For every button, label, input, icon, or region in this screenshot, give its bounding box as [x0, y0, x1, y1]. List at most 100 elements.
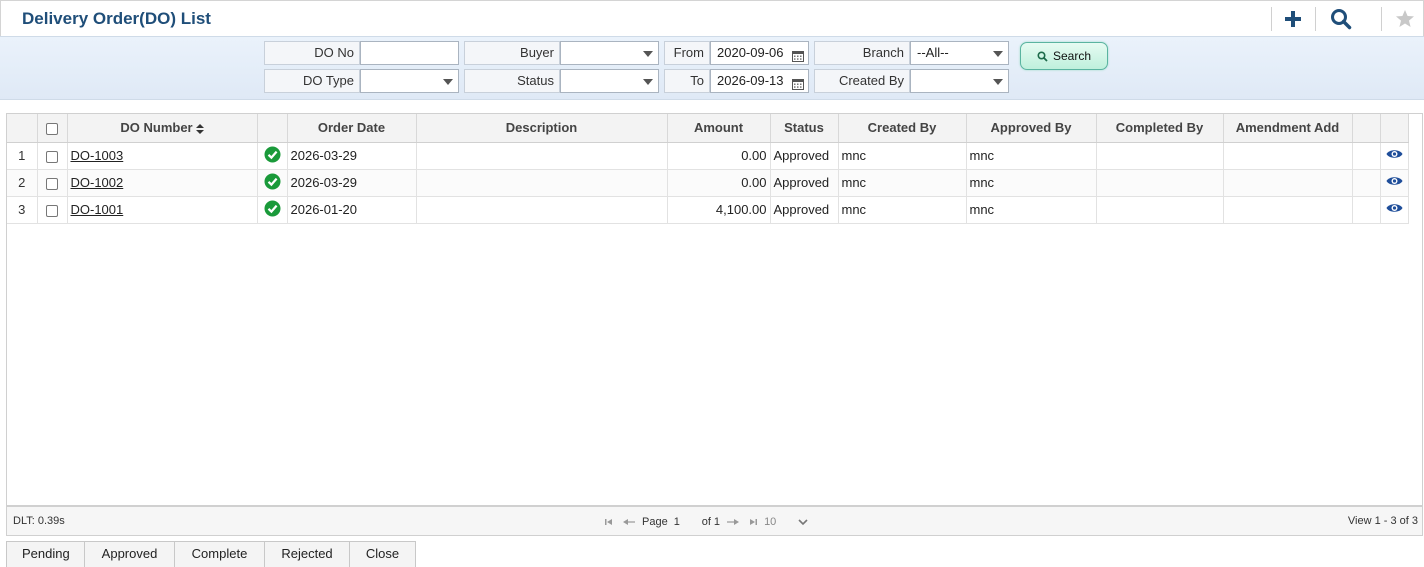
amount-cell: 0.00	[667, 169, 771, 197]
page-label: Page	[642, 516, 668, 528]
eye-icon[interactable]	[1386, 148, 1403, 160]
pagination: Page 1 of 1 10	[604, 514, 808, 530]
pager-bar: DLT: 0.39s Page 1 of 1 10 View 1 - 3 of …	[6, 506, 1423, 536]
description-header[interactable]: Description	[416, 114, 668, 143]
tab-approved[interactable]: Approved	[85, 542, 175, 567]
page-total-label: of 1	[701, 516, 721, 528]
status-tabs: Pending Approved Complete Rejected Close	[6, 541, 416, 567]
last-page-icon[interactable]	[746, 518, 758, 526]
approved-check-icon	[264, 200, 280, 216]
completed-by-header[interactable]: Completed By	[1096, 114, 1224, 143]
status-icon-header	[257, 114, 288, 143]
do-grid: DO Number Order Date Description Amount …	[6, 113, 1423, 506]
buyer-label: Buyer	[464, 41, 560, 65]
branch-select[interactable]: --All--	[910, 41, 1009, 65]
amendment-add-header[interactable]: Amendment Add	[1223, 114, 1353, 143]
search-button[interactable]: Search	[1020, 42, 1108, 70]
branch-label: Branch	[814, 41, 910, 65]
approved-by-cell: mnc	[966, 169, 1097, 197]
tab-rejected[interactable]: Rejected	[265, 542, 350, 567]
search-icon[interactable]	[1329, 7, 1353, 31]
extra-cell	[1352, 169, 1381, 197]
do-number-link[interactable]: DO-1003	[71, 148, 124, 163]
tab-complete[interactable]: Complete	[175, 542, 265, 567]
from-date-value: 2020-09-06	[717, 45, 784, 60]
amount-cell: 4,100.00	[667, 196, 771, 224]
title-bar: Delivery Order(DO) List	[0, 0, 1424, 36]
from-date-input[interactable]: 2020-09-06	[710, 41, 809, 65]
do-number-link[interactable]: DO-1001	[71, 202, 124, 217]
star-icon[interactable]	[1393, 7, 1417, 31]
do-number-header-label: DO Number	[120, 120, 193, 136]
page-title: Delivery Order(DO) List	[22, 9, 211, 28]
to-date-input[interactable]: 2026-09-13	[710, 69, 809, 93]
do-number-link[interactable]: DO-1002	[71, 175, 124, 190]
do-number-cell: DO-1001	[67, 196, 258, 224]
row-select-cell	[37, 196, 68, 224]
row-checkbox[interactable]	[46, 204, 58, 217]
view-range-text: View 1 - 3 of 3	[1347, 515, 1418, 527]
first-page-icon[interactable]	[604, 518, 616, 526]
next-page-icon[interactable]	[726, 518, 740, 526]
table-row[interactable]: 1 DO-1003 2026-03-29 0.00 Approved mnc m…	[7, 142, 1409, 170]
branch-value: --All--	[917, 45, 949, 60]
do-type-select[interactable]	[360, 69, 459, 93]
chevron-down-icon	[643, 79, 653, 85]
order-date-cell: 2026-03-29	[287, 169, 417, 197]
rows-per-page-value: 10	[764, 516, 777, 528]
row-select-cell	[37, 142, 68, 170]
search-button-label: Search	[1052, 49, 1092, 63]
row-checkbox[interactable]	[46, 150, 58, 163]
status-header[interactable]: Status	[770, 114, 839, 143]
rows-per-page-select[interactable]: 10	[764, 516, 808, 528]
tab-close[interactable]: Close	[350, 542, 416, 567]
created-by-cell: mnc	[838, 142, 967, 170]
table-row[interactable]: 2 DO-1002 2026-03-29 0.00 Approved mnc m…	[7, 169, 1409, 197]
toolbar-divider	[1315, 7, 1316, 31]
tab-pending[interactable]: Pending	[7, 542, 85, 567]
eye-icon[interactable]	[1386, 175, 1403, 187]
plus-icon[interactable]	[1281, 7, 1305, 31]
to-label: To	[664, 69, 710, 93]
status-icon-cell	[257, 169, 288, 197]
row-number: 1	[7, 142, 38, 170]
select-all-checkbox[interactable]	[46, 122, 58, 135]
calendar-icon[interactable]	[792, 47, 804, 69]
row-checkbox[interactable]	[46, 177, 58, 190]
calendar-icon[interactable]	[792, 75, 804, 97]
eye-icon[interactable]	[1386, 202, 1403, 214]
chevron-down-icon	[993, 79, 1003, 85]
created-by-select[interactable]	[910, 69, 1009, 93]
completed-by-cell	[1096, 196, 1224, 224]
approved-check-icon	[264, 146, 280, 162]
do-no-input[interactable]	[360, 41, 459, 65]
load-time-text: DLT: 0.39s	[13, 515, 65, 527]
row-number-header	[7, 114, 38, 143]
approved-by-header[interactable]: Approved By	[966, 114, 1097, 143]
extra-cell	[1352, 196, 1381, 224]
chevron-down-icon	[798, 518, 808, 525]
created-by-header[interactable]: Created By	[838, 114, 967, 143]
order-date-header[interactable]: Order Date	[287, 114, 417, 143]
amendment-add-cell	[1223, 196, 1353, 224]
approved-check-icon	[264, 173, 280, 189]
amount-header[interactable]: Amount	[667, 114, 771, 143]
status-label: Status	[464, 69, 560, 93]
status-select[interactable]	[560, 69, 659, 93]
amount-cell: 0.00	[667, 142, 771, 170]
page: Delivery Order(DO) List DO No Buyer From…	[0, 0, 1424, 567]
prev-page-icon[interactable]	[622, 518, 636, 526]
toolbar-divider	[1381, 7, 1382, 31]
view-cell	[1380, 169, 1409, 197]
table-row[interactable]: 3 DO-1001 2026-01-20 4,100.00 Approved m…	[7, 196, 1409, 224]
do-type-label: DO Type	[264, 69, 360, 93]
status-icon-cell	[257, 196, 288, 224]
completed-by-cell	[1096, 169, 1224, 197]
buyer-select[interactable]	[560, 41, 659, 65]
amendment-add-cell	[1223, 169, 1353, 197]
do-number-cell: DO-1003	[67, 142, 258, 170]
do-number-header[interactable]: DO Number	[67, 114, 258, 143]
status-cell: Approved	[770, 142, 839, 170]
page-number-input[interactable]: 1	[674, 514, 696, 530]
search-icon	[1037, 50, 1048, 62]
